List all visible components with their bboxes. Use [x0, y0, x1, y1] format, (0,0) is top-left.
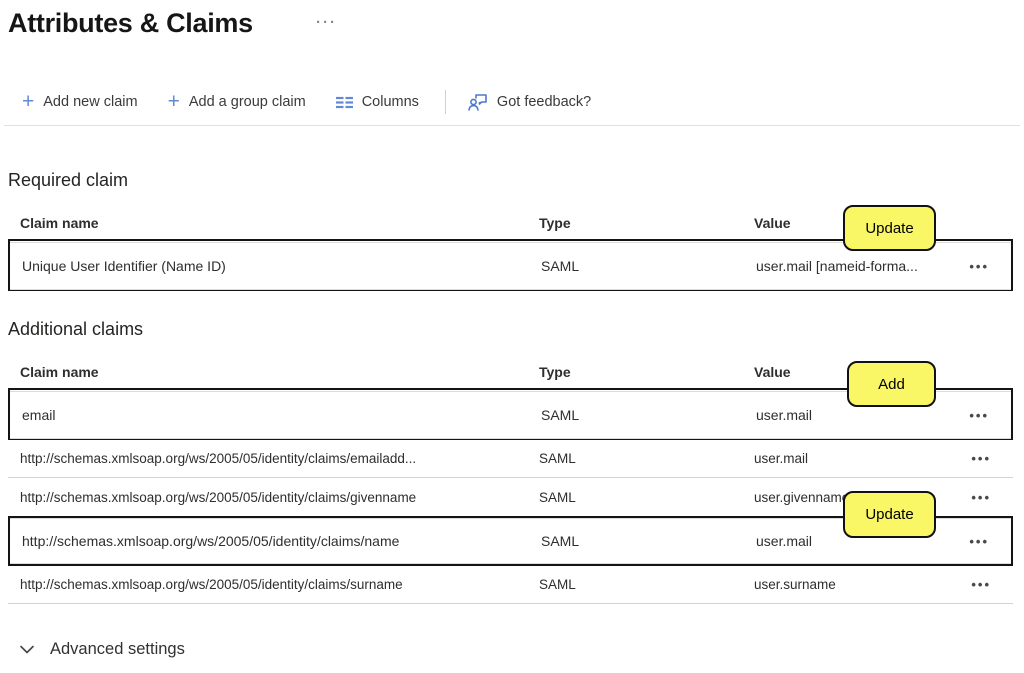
column-header-type: Type	[539, 215, 754, 231]
add-new-claim-label: Add new claim	[43, 94, 137, 110]
annotation-callout-update: Update	[843, 491, 936, 538]
row-context-menu-button[interactable]: •••	[955, 259, 1011, 274]
value-cell: user.mail	[756, 407, 955, 423]
columns-label: Columns	[362, 94, 419, 110]
command-bar: + Add new claim + Add a group claim Colu…	[20, 88, 593, 116]
row-context-menu-button[interactable]: •••	[957, 451, 1013, 466]
advanced-settings-label: Advanced settings	[50, 640, 185, 659]
type-cell: SAML	[539, 451, 754, 466]
add-new-claim-button[interactable]: + Add new claim	[20, 89, 140, 115]
column-header-type: Type	[539, 364, 754, 380]
row-context-menu-button[interactable]: •••	[957, 490, 1013, 505]
type-cell: SAML	[539, 490, 754, 505]
claim-name-cell: http://schemas.xmlsoap.org/ws/2005/05/id…	[10, 533, 541, 549]
value-cell: user.mail	[754, 451, 957, 466]
type-cell: SAML	[541, 407, 756, 423]
attributes-claims-page: Attributes & Claims ··· + Add new claim …	[0, 0, 1024, 673]
value-cell: user.mail [nameid-forma...	[756, 258, 955, 274]
annotation-callout-update: Update	[843, 205, 936, 251]
row-context-menu-button[interactable]: •••	[957, 577, 1013, 592]
row-context-menu-button[interactable]: •••	[955, 534, 1011, 549]
column-header-claim-name: Claim name	[8, 364, 539, 380]
value-cell: user.surname	[754, 577, 957, 592]
claim-name-cell: Unique User Identifier (Name ID)	[10, 258, 541, 274]
row-context-menu-button[interactable]: •••	[955, 408, 1011, 423]
claim-name-cell: http://schemas.xmlsoap.org/ws/2005/05/id…	[8, 451, 539, 466]
page-title: Attributes & Claims	[8, 8, 253, 39]
plus-icon: +	[168, 93, 180, 111]
toolbar-divider	[445, 90, 446, 114]
column-header-claim-name: Claim name	[8, 215, 539, 231]
got-feedback-button[interactable]: Got feedback?	[466, 89, 593, 115]
more-menu-icon[interactable]: ···	[316, 14, 337, 31]
additional-claims-heading: Additional claims	[8, 319, 143, 340]
add-group-claim-button[interactable]: + Add a group claim	[166, 89, 308, 115]
type-cell: SAML	[541, 533, 756, 549]
table-row-surname[interactable]: http://schemas.xmlsoap.org/ws/2005/05/id…	[8, 566, 1013, 604]
toolbar-underline	[4, 125, 1020, 126]
chevron-down-icon	[20, 642, 34, 657]
table-row-emailaddress[interactable]: http://schemas.xmlsoap.org/ws/2005/05/id…	[8, 440, 1013, 478]
claim-name-cell: email	[10, 407, 541, 423]
columns-icon	[336, 96, 353, 109]
claim-name-cell: http://schemas.xmlsoap.org/ws/2005/05/id…	[8, 577, 539, 592]
annotation-callout-add: Add	[847, 361, 936, 407]
type-cell: SAML	[541, 258, 756, 274]
plus-icon: +	[22, 93, 34, 111]
type-cell: SAML	[539, 577, 754, 592]
required-claim-heading: Required claim	[8, 170, 128, 191]
advanced-settings-toggle[interactable]: Advanced settings	[20, 640, 185, 659]
columns-button[interactable]: Columns	[334, 90, 421, 114]
got-feedback-label: Got feedback?	[497, 94, 591, 110]
claim-name-cell: http://schemas.xmlsoap.org/ws/2005/05/id…	[8, 490, 539, 505]
feedback-icon	[468, 93, 488, 111]
add-group-claim-label: Add a group claim	[189, 94, 306, 110]
